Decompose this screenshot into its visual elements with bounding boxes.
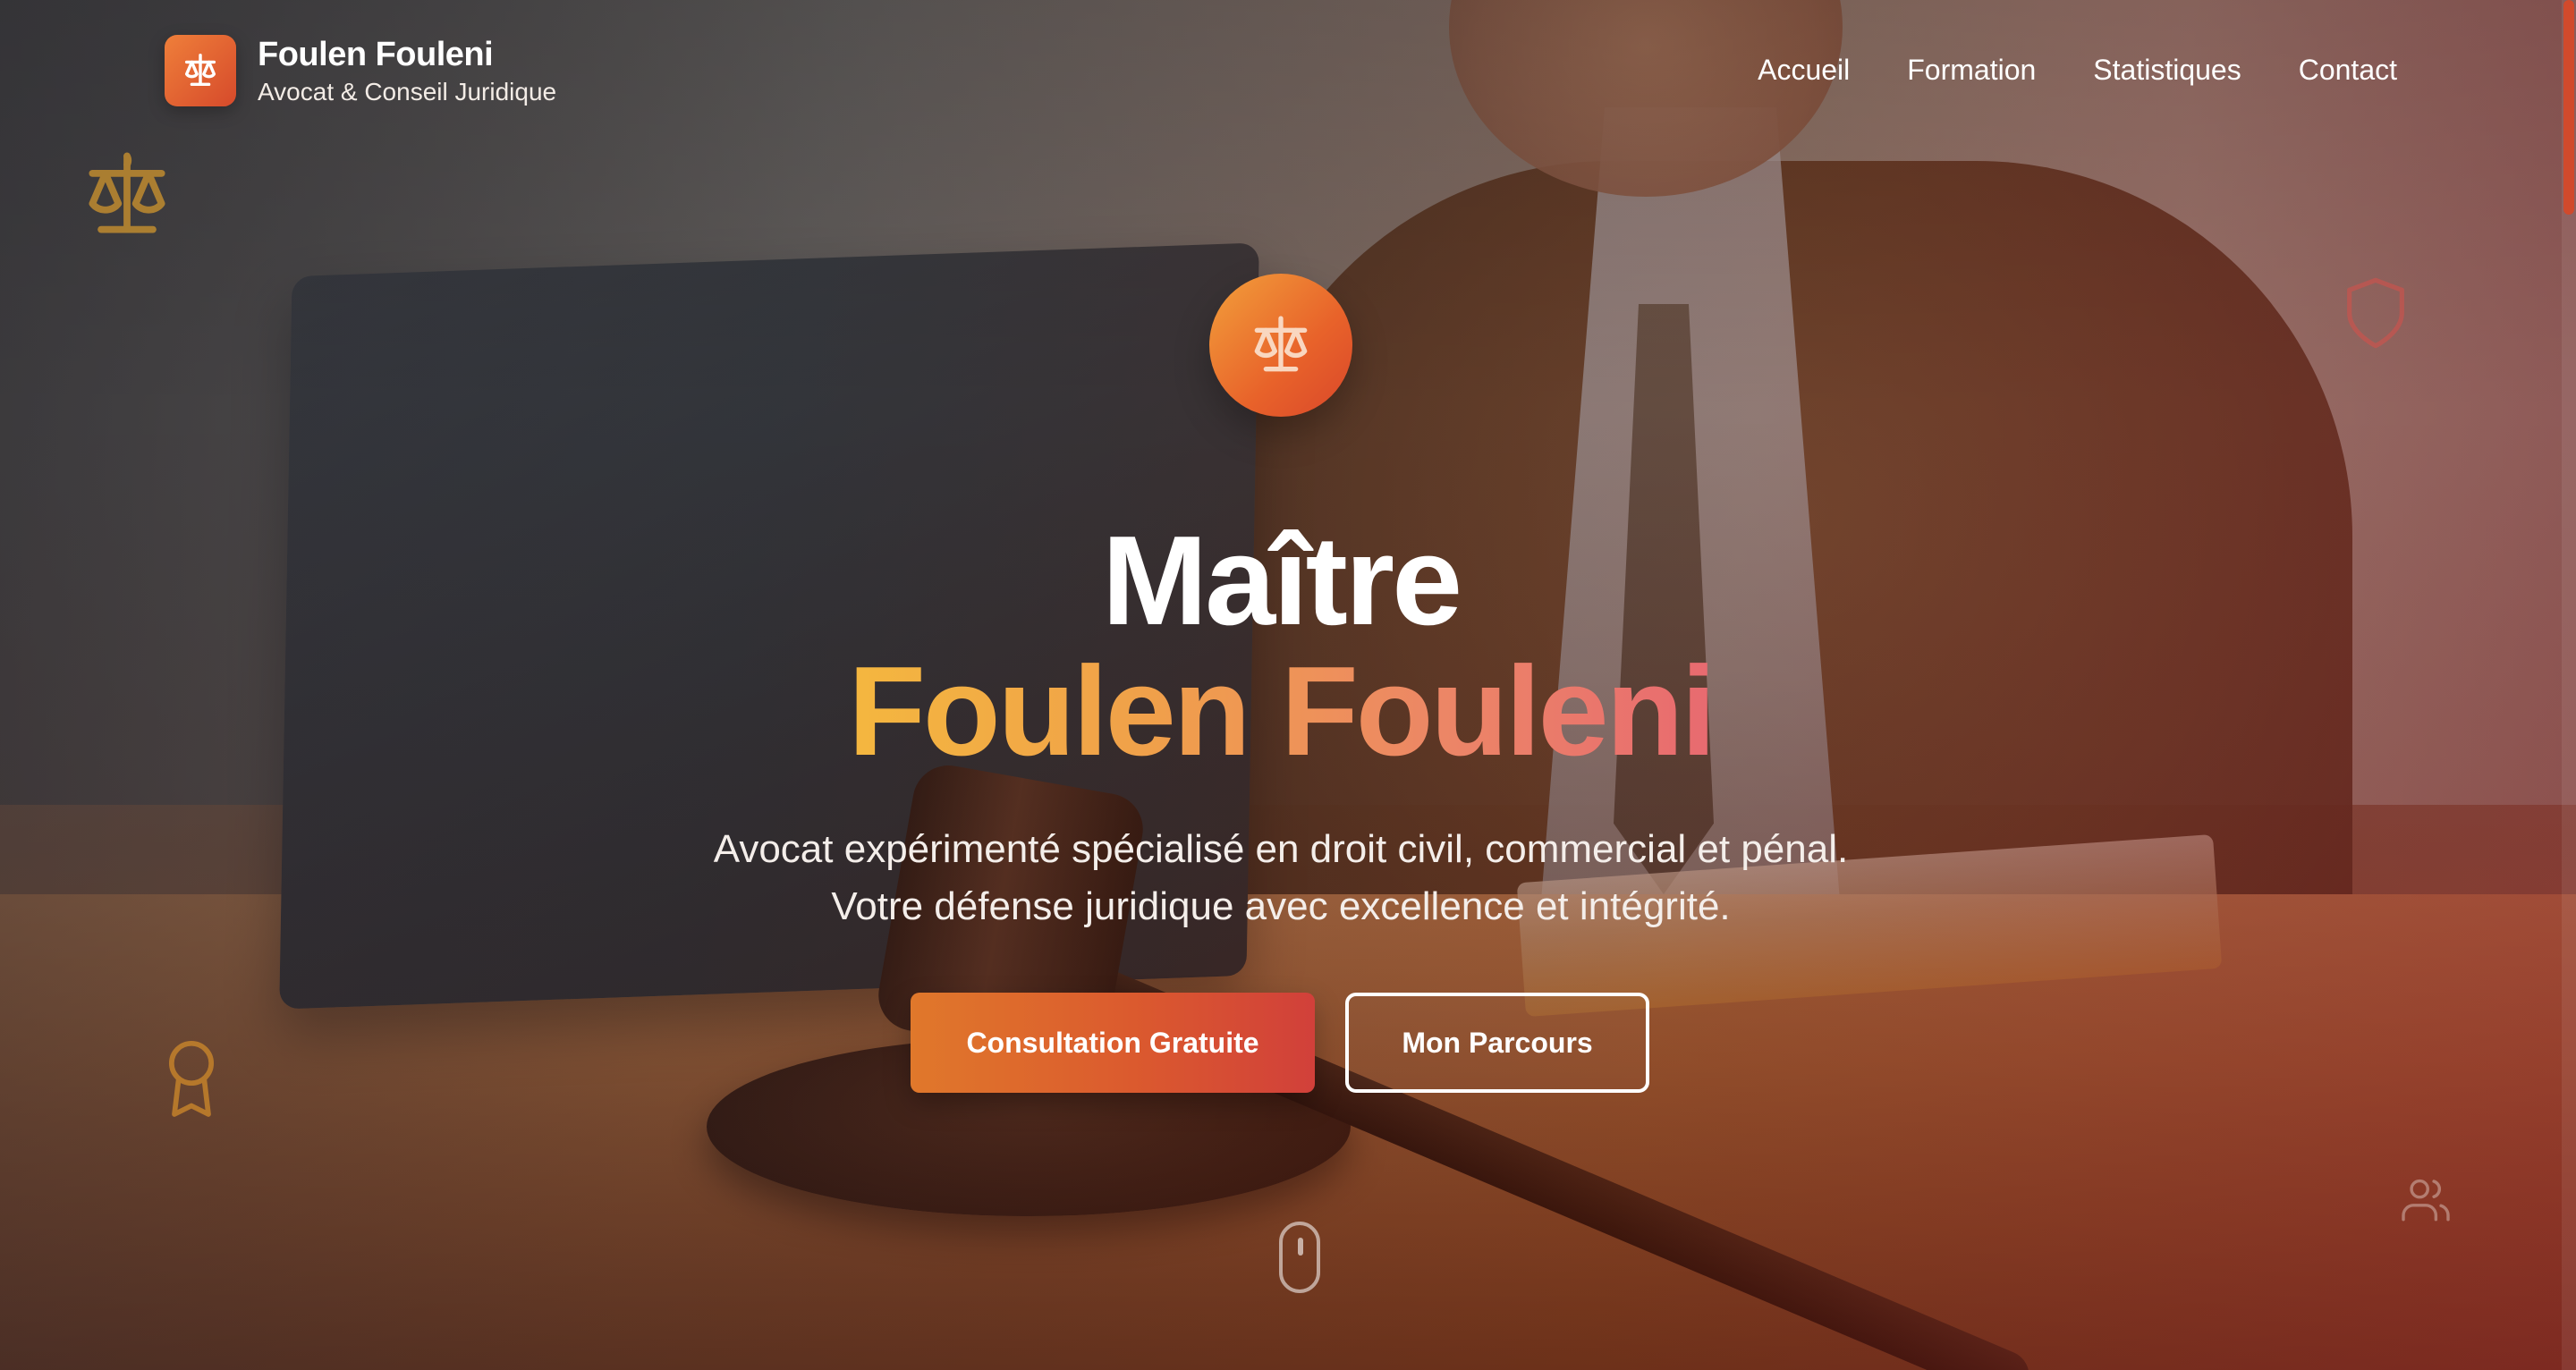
hero-name-gradient: Foulen Fouleni: [848, 640, 1716, 782]
award-icon: [168, 1040, 215, 1117]
nav-item-formation[interactable]: Formation: [1907, 50, 2036, 89]
page: Foulen Fouleni Avocat & Conseil Juridiqu…: [0, 0, 2576, 1370]
shield-icon: [2347, 277, 2404, 349]
scales-icon: [184, 54, 216, 87]
brand[interactable]: Foulen Fouleni Avocat & Conseil Juridiqu…: [165, 34, 556, 107]
scroll-dot: [1298, 1238, 1303, 1256]
brand-subtitle: Avocat & Conseil Juridique: [258, 78, 557, 106]
users-icon: [2402, 1179, 2450, 1222]
scales-icon: [89, 152, 165, 233]
hero-description-line-1: Avocat expérimenté spécialisé en droit c…: [713, 827, 1849, 871]
main-nav: Accueil Formation Statistiques Contact: [1758, 50, 2397, 89]
brand-text: Foulen Fouleni Avocat & Conseil Juridiqu…: [258, 34, 556, 107]
parcours-button[interactable]: Mon Parcours: [1345, 993, 1649, 1093]
hero-title-name: Foulen Fouleni: [0, 640, 2562, 783]
nav-item-accueil[interactable]: Accueil: [1758, 50, 1850, 89]
site-header: Foulen Fouleni Avocat & Conseil Juridiqu…: [0, 0, 2576, 143]
page-scrollbar[interactable]: [2562, 0, 2576, 1370]
hero-title: Maître: [1101, 510, 1462, 652]
scrollbar-thumb[interactable]: [2563, 0, 2574, 215]
hero-buttons: Consultation Gratuite Mon Parcours: [911, 993, 1649, 1093]
hero-badge: [1209, 274, 1352, 417]
hero-description: Avocat expérimenté spécialisé en droit c…: [0, 821, 2562, 935]
nav-item-contact[interactable]: Contact: [2299, 50, 2397, 89]
brand-name: Foulen Fouleni: [258, 36, 494, 73]
scales-icon: [1254, 316, 1308, 372]
nav-item-statistiques[interactable]: Statistiques: [2093, 50, 2241, 89]
consultation-button[interactable]: Consultation Gratuite: [911, 993, 1315, 1093]
brand-logo[interactable]: [165, 35, 236, 106]
mouse-scroll-icon[interactable]: [1279, 1222, 1320, 1293]
hero-description-line-2: Votre défense juridique avec excellence …: [831, 884, 1731, 928]
